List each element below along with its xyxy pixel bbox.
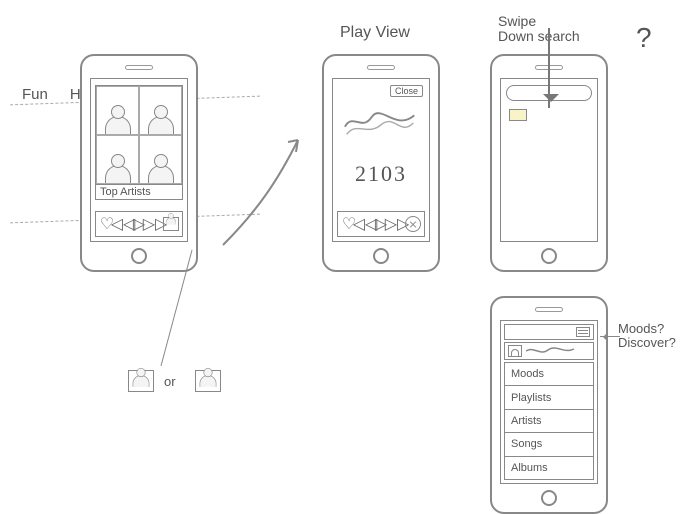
phone-earpiece: [367, 65, 395, 70]
artist-cell-1[interactable]: [96, 86, 139, 135]
user-row[interactable]: [504, 342, 594, 360]
tab-fun[interactable]: Fun: [22, 86, 48, 103]
home-button[interactable]: [541, 490, 557, 506]
person-icon: [105, 165, 131, 183]
variant-thumb-b: [195, 370, 221, 392]
menu-screen: Moods Playlists Artists Songs Albums: [500, 320, 598, 484]
menu-list: Moods Playlists Artists Songs Albums: [504, 362, 594, 480]
home-button[interactable]: [541, 248, 557, 264]
menu-item-moods[interactable]: Moods: [504, 362, 594, 386]
variant-thumb-a: [128, 370, 154, 392]
username-scribble: [526, 346, 576, 356]
menu-topbar: [504, 324, 594, 340]
player-controls-discover: ♡ ◁◁ ▷ ▷▷: [95, 211, 183, 237]
prev-icon[interactable]: ◁◁: [115, 216, 131, 232]
swipe-down-arrow-icon: [548, 28, 550, 108]
phone-discover: Top Artists ♡ ◁◁ ▷ ▷▷: [80, 54, 198, 272]
grid-section-label: Top Artists: [95, 185, 183, 200]
label-swipe-search: Swipe Down search: [498, 14, 608, 43]
album-art-placeholder: [343, 107, 419, 137]
next-icon[interactable]: ▷▷: [147, 216, 163, 232]
or-label: or: [164, 374, 176, 389]
artist-cell-2[interactable]: [139, 86, 182, 135]
close-circle-icon[interactable]: [405, 216, 421, 232]
annotation-moods-discover: Moods? Discover?: [618, 322, 676, 351]
search-hint-chip: [509, 109, 527, 121]
menu-item-playlists[interactable]: Playlists: [504, 386, 594, 409]
phone-earpiece: [535, 307, 563, 312]
home-button[interactable]: [373, 248, 389, 264]
close-button[interactable]: Close: [390, 85, 423, 97]
person-icon: [133, 375, 150, 387]
person-icon: [200, 375, 217, 387]
discover-screen: Top Artists ♡ ◁◁ ▷ ▷▷: [90, 78, 188, 242]
question-mark: ?: [636, 22, 652, 54]
annotation-arrow: [600, 336, 620, 338]
phone-play-view: Close 2103 ♡ ◁◁ ▷ ▷▷: [322, 54, 440, 272]
menu-item-artists[interactable]: Artists: [504, 410, 594, 433]
play-screen: Close 2103 ♡ ◁◁ ▷ ▷▷: [332, 78, 430, 242]
menu-item-albums[interactable]: Albums: [504, 457, 594, 480]
artist-cell-3[interactable]: [96, 135, 139, 184]
person-icon: [166, 217, 176, 224]
person-icon: [148, 165, 174, 183]
label-play-view: Play View: [340, 24, 410, 42]
artist-grid: [95, 85, 183, 185]
menu-item-songs[interactable]: Songs: [504, 433, 594, 456]
now-playing-thumb-icon[interactable]: [163, 217, 179, 231]
prev-icon[interactable]: ◁◁: [357, 216, 373, 232]
track-timestamp: 2103: [333, 161, 429, 187]
home-button[interactable]: [131, 248, 147, 264]
avatar-icon: [508, 345, 522, 357]
person-icon: [105, 116, 131, 134]
transition-arrow: [218, 130, 318, 255]
hamburger-icon[interactable]: [576, 327, 590, 337]
next-icon[interactable]: ▷▷: [389, 216, 405, 232]
person-icon: [148, 116, 174, 134]
phone-menu: Moods Playlists Artists Songs Albums: [490, 296, 608, 514]
phone-earpiece: [125, 65, 153, 70]
player-controls-play: ♡ ◁◁ ▷ ▷▷: [337, 211, 425, 237]
artist-cell-4[interactable]: [139, 135, 182, 184]
